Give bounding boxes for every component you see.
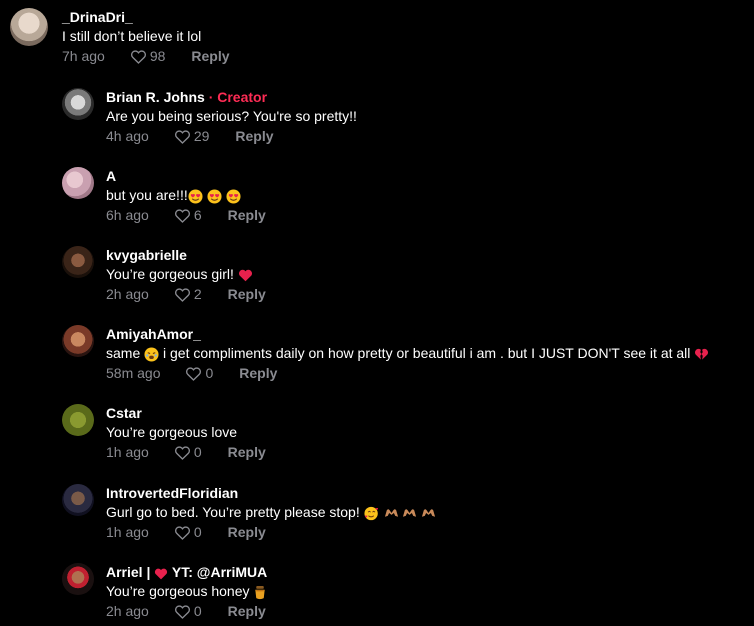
comment-time: 6h ago bbox=[106, 207, 149, 223]
comment-author-row: Arriel | YT: @ArriMUA bbox=[106, 563, 267, 581]
comment-time: 1h ago bbox=[106, 444, 149, 460]
like-count: 6 bbox=[193, 207, 202, 223]
like-button[interactable]: 0 bbox=[174, 522, 202, 542]
comment-text-row: You’re gorgeous girl! bbox=[106, 264, 266, 284]
comment-author-row: Brian R. Johns · Creator bbox=[106, 88, 357, 106]
heart-outline-icon bbox=[174, 287, 190, 302]
reply-button[interactable]: Reply bbox=[235, 126, 273, 146]
avatar[interactable] bbox=[62, 404, 94, 436]
honey-pot-emoji bbox=[255, 585, 266, 599]
comment-text: You’re gorgeous love bbox=[106, 424, 238, 440]
comment-author[interactable]: kvygabrielle bbox=[106, 246, 266, 264]
comment-meta: 1h ago 0 Reply bbox=[106, 442, 266, 462]
comment-meta: 2h ago 0 Reply bbox=[106, 601, 267, 621]
reply-button[interactable]: Reply bbox=[228, 601, 266, 621]
like-count: 29 bbox=[193, 128, 210, 144]
comment-time: 58m ago bbox=[106, 365, 161, 381]
avatar[interactable] bbox=[62, 563, 94, 595]
comment-text: Are you being serious? You're so pretty!… bbox=[106, 108, 357, 124]
like-count: 0 bbox=[193, 444, 202, 460]
heart-outline-icon bbox=[174, 445, 190, 460]
heart-hands-emoji bbox=[422, 509, 436, 518]
comment-text: i get compliments daily on how pretty or… bbox=[163, 345, 691, 361]
comment-text: You’re gorgeous girl! bbox=[106, 266, 234, 282]
reply-button[interactable]: Reply bbox=[228, 522, 266, 542]
comment-author[interactable]: AmiyahAmor_ bbox=[106, 325, 709, 343]
smiling-face-heart-eyes-emoji bbox=[207, 189, 222, 204]
comment-meta: 7h ago 98 Reply bbox=[62, 46, 230, 66]
smiling-face-heart-eyes-emoji bbox=[225, 189, 241, 204]
comment-author[interactable]: A bbox=[106, 167, 266, 185]
comment-text: Gurl go to bed. You’re pretty please sto… bbox=[106, 504, 360, 520]
comment-text: but you are!!! bbox=[106, 187, 188, 203]
like-button[interactable]: 0 bbox=[174, 442, 202, 462]
comment-time: 7h ago bbox=[62, 48, 105, 64]
comment-text-row: Gurl go to bed. You’re pretty please sto… bbox=[106, 502, 436, 522]
comment-meta: 58m ago 0 Reply bbox=[106, 363, 709, 383]
like-count: 98 bbox=[149, 48, 166, 64]
comment-meta: 6h ago 6 Reply bbox=[106, 205, 266, 225]
smiling-face-with-hearts-emoji bbox=[364, 506, 378, 520]
comment-text-row: same i get compliments daily on how pret… bbox=[106, 343, 709, 363]
weary-face-emoji bbox=[144, 347, 159, 362]
comment-text: You’re gorgeous honey bbox=[106, 583, 250, 599]
comment-author[interactable]: Brian R. Johns bbox=[106, 89, 205, 105]
reply-button[interactable]: Reply bbox=[228, 284, 266, 304]
like-count: 0 bbox=[205, 365, 214, 381]
heart-outline-icon bbox=[174, 208, 190, 223]
like-button[interactable]: 98 bbox=[130, 46, 166, 66]
comment-time: 1h ago bbox=[106, 524, 149, 540]
like-count: 0 bbox=[193, 603, 202, 619]
reply-button[interactable]: Reply bbox=[239, 363, 277, 383]
comment-text-row: You’re gorgeous honey bbox=[106, 581, 267, 601]
comment-time: 4h ago bbox=[106, 128, 149, 144]
heart-outline-icon bbox=[186, 366, 202, 381]
comment-text: same bbox=[106, 345, 141, 361]
like-button[interactable]: 6 bbox=[174, 205, 202, 225]
reply-button[interactable]: Reply bbox=[228, 205, 266, 225]
comment-author[interactable]: Cstar bbox=[106, 404, 266, 422]
heart-outline-icon bbox=[174, 604, 190, 619]
heart-outline-icon bbox=[174, 129, 190, 144]
comment-author[interactable]: IntrovertedFloridian bbox=[106, 484, 436, 502]
comment-time: 2h ago bbox=[106, 603, 149, 619]
reply-button[interactable]: Reply bbox=[228, 442, 266, 462]
like-button[interactable]: 29 bbox=[174, 126, 210, 146]
creator-badge: · Creator bbox=[208, 89, 268, 105]
comment-text: I still don’t believe it lol bbox=[62, 28, 202, 44]
avatar[interactable] bbox=[62, 325, 94, 357]
avatar[interactable] bbox=[62, 167, 94, 199]
red-heart-emoji bbox=[155, 568, 168, 580]
red-heart-emoji bbox=[238, 270, 252, 282]
comment-meta: 4h ago 29 Reply bbox=[106, 126, 357, 146]
heart-outline-icon bbox=[174, 525, 190, 540]
like-button[interactable]: 2 bbox=[174, 284, 202, 304]
avatar[interactable] bbox=[62, 246, 94, 278]
comment-text-row: but you are!!! bbox=[106, 185, 266, 205]
reply-button[interactable]: Reply bbox=[191, 46, 229, 66]
like-count: 0 bbox=[193, 524, 202, 540]
comment-author[interactable]: Arriel | bbox=[106, 564, 150, 580]
avatar[interactable] bbox=[62, 88, 94, 120]
heart-outline-icon bbox=[130, 49, 146, 64]
broken-heart-emoji bbox=[695, 349, 709, 360]
heart-hands-emoji bbox=[384, 509, 398, 518]
avatar[interactable] bbox=[62, 484, 94, 516]
smiling-face-heart-eyes-emoji bbox=[188, 189, 203, 204]
like-button[interactable]: 0 bbox=[185, 363, 213, 383]
comment-meta: 1h ago 0 Reply bbox=[106, 522, 436, 542]
heart-hands-emoji bbox=[403, 509, 417, 518]
like-button[interactable]: 0 bbox=[174, 601, 202, 621]
comment-author-suffix: YT: @ArriMUA bbox=[171, 564, 268, 580]
comment-time: 2h ago bbox=[106, 286, 149, 302]
comment-meta: 2h ago 2 Reply bbox=[106, 284, 266, 304]
avatar[interactable] bbox=[10, 8, 48, 46]
like-count: 2 bbox=[193, 286, 202, 302]
comment-author[interactable]: _DrinaDri_ bbox=[62, 8, 230, 26]
